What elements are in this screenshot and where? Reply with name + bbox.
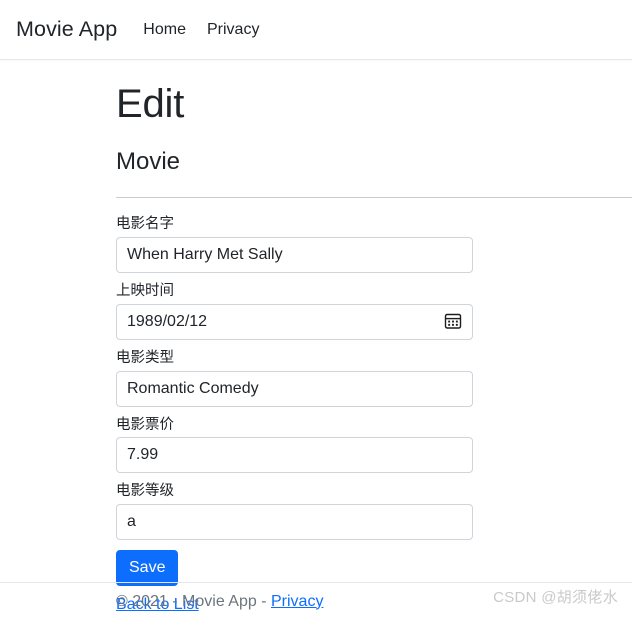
date-input-wrapper bbox=[116, 303, 473, 340]
page-title: Edit bbox=[116, 82, 185, 126]
input-movie-genre[interactable] bbox=[116, 370, 473, 407]
navbar: Movie App Home Privacy bbox=[0, 0, 632, 60]
form-group-rating: 电影等级 bbox=[116, 482, 632, 541]
nav-link-privacy[interactable]: Privacy bbox=[207, 21, 259, 39]
label-movie-genre: 电影类型 bbox=[116, 349, 174, 366]
footer-copyright: © 2021 - Movie App - Privacy bbox=[0, 593, 323, 611]
navbar-brand[interactable]: Movie App bbox=[16, 17, 117, 42]
label-movie-rating: 电影等级 bbox=[116, 483, 174, 500]
label-movie-title: 电影名字 bbox=[116, 216, 174, 232]
page-subtitle: Movie bbox=[116, 148, 181, 175]
save-button[interactable]: Save bbox=[116, 550, 179, 587]
footer-privacy-link[interactable]: Privacy bbox=[271, 593, 323, 610]
input-release-date[interactable] bbox=[116, 303, 473, 340]
main-container: Edit Movie 电影名字 上映时间 bbox=[0, 60, 632, 614]
input-movie-title[interactable] bbox=[116, 236, 473, 273]
input-movie-price[interactable] bbox=[116, 437, 473, 474]
input-movie-rating[interactable] bbox=[116, 504, 473, 541]
label-movie-price: 电影票价 bbox=[116, 416, 174, 433]
label-release-date: 上映时间 bbox=[116, 282, 174, 299]
form-group-price: 电影票价 bbox=[116, 416, 632, 474]
csdn-watermark: CSDN @胡须佬水 bbox=[493, 589, 618, 606]
nav-link-home[interactable]: Home bbox=[143, 21, 186, 39]
edit-movie-form: 电影名字 上映时间 bbox=[116, 198, 632, 614]
footer-copyright-text: © 2021 - Movie App - bbox=[116, 592, 271, 610]
navbar-links: Home Privacy bbox=[143, 21, 259, 39]
form-group-genre: 电影类型 bbox=[116, 349, 632, 407]
calendar-icon[interactable] bbox=[444, 312, 462, 330]
form-group-title: 电影名字 bbox=[116, 215, 632, 273]
form-group-release-date: 上映时间 bbox=[116, 282, 632, 340]
